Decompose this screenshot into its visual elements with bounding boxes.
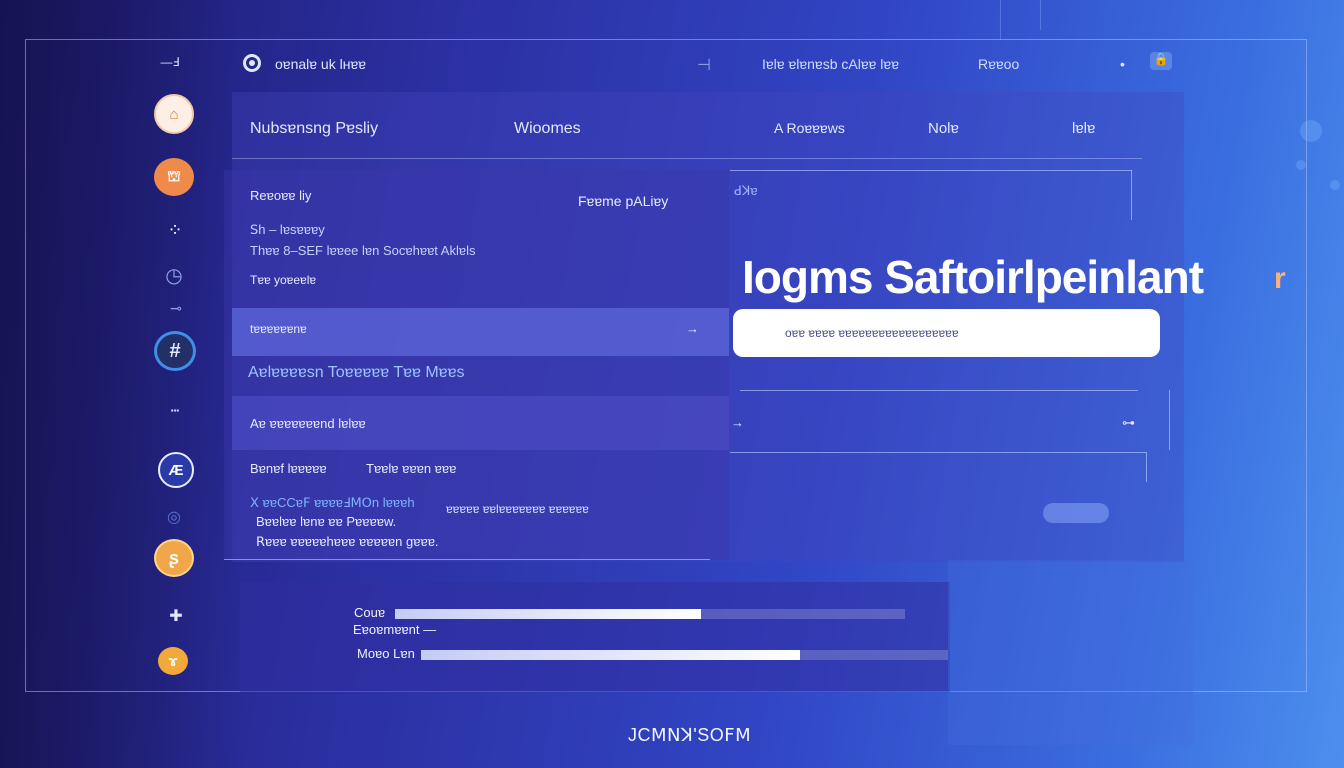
tab-lele[interactable]: lɐlɐ (1072, 120, 1095, 137)
decor-line (1000, 0, 1001, 40)
topbar-link-secondary[interactable]: Rɐɐoo (978, 56, 1019, 72)
topbar-link-primary[interactable]: Iɐlɐ ɐlɐnɐsb cAlɐɐ lɐɐ (762, 56, 899, 72)
progress-label-1: Couɐ (354, 605, 386, 620)
cluster-icon[interactable]: ⁘ (160, 217, 190, 243)
search-input[interactable] (733, 309, 1160, 357)
progress-label-2: Moɐo Lɐn (357, 646, 415, 661)
progress-fill-1 (395, 609, 701, 619)
divider (730, 452, 1146, 453)
divider (1131, 170, 1132, 220)
orange-badge-icon[interactable]: ɤ (158, 647, 188, 675)
dots-icon[interactable]: ▪▪▪ (156, 402, 194, 418)
progress-fill-2 (421, 650, 801, 660)
tab-wioomes[interactable]: Wioomes (514, 120, 581, 138)
lock-icon[interactable]: 🔒 (1150, 52, 1172, 70)
sidebar-top-label: —Ⅎ (160, 55, 180, 69)
orange-app-icon[interactable]: ⛫ (154, 158, 194, 196)
ring-icon[interactable]: ◎ (162, 506, 186, 528)
status-dot-icon: • (1120, 56, 1125, 72)
status-pill (1043, 503, 1109, 523)
page-headline: Iogms Saftoirlpeinlant (742, 251, 1204, 303)
code-line-right: ɐɐɐɐɐ ɐɐlɐɐɐɐɐɐɐ ɐɐɐɐɐɐ (446, 502, 589, 516)
divider (740, 390, 1138, 391)
detail-right: Tɐɐlɐ ɐɐɐn ɐɐɐ (366, 461, 457, 476)
progress-bar-1 (395, 609, 905, 619)
detail-line-3: Tɐɐ yoɐeɐlɐ (250, 273, 317, 287)
decor-line (1040, 0, 1041, 30)
divider (224, 559, 710, 560)
tab-nolre[interactable]: Nolɐ (928, 120, 959, 137)
tab-bar: Nubsɐnsng Pɐsliy Wioomes A Roɐɐɐws Nolɐ … (232, 100, 1142, 159)
section-heading: Reɐoɐɐ liy (250, 188, 312, 203)
tab-roeews[interactable]: A Roɐɐɐws (774, 120, 845, 136)
arrow-right-icon[interactable]: → (731, 415, 744, 430)
clock-icon[interactable]: ◷ (160, 262, 188, 288)
cursor-mark: r (1274, 262, 1286, 295)
account-label: Aɐ ɐɐɐɐɐɐɐnd lɐlɐɐ (250, 416, 366, 431)
ae-badge-icon[interactable]: Æ (158, 452, 194, 488)
notes-line: ꓣɐɐɐ ɐɐɐɐɐhɐɐɐ ɐɐɐɐɐn gɐɐɐ. (256, 534, 439, 549)
gold-badge-icon[interactable]: ʂ (154, 539, 194, 577)
plus-icon[interactable]: ✚ (164, 604, 188, 628)
detail-line-1: ꓢh – lɐsɐɐɐy (250, 222, 325, 237)
side-block (948, 560, 1193, 745)
code-line: ꓫ ɐɐCCɐꓝ ɐɐɐɐꓞꓟꓳn lɐɐɐh (250, 495, 415, 510)
section-tag: ꓒꓘɐ (734, 183, 758, 198)
footer-brand: JCꓟꓠꓘ'SOꓝꓟ (628, 725, 752, 745)
preview-line: Bɐɐlɐɐ lɐnɐ ɐɐ Pɐɐɐɐw. (256, 514, 397, 529)
progress-panel (240, 582, 950, 692)
pin-icon[interactable]: ⊣ (697, 55, 711, 75)
divider (1169, 390, 1170, 450)
circle-logo-icon[interactable]: ⌂ (154, 94, 194, 134)
section-title: Fɐɐme pALiɐy (578, 193, 669, 209)
detail-left: Bɐnɐf lɐɐɐɐɐ (250, 461, 327, 476)
link-icon[interactable]: ⊸ (164, 298, 188, 318)
arrow-right-icon[interactable]: → (686, 321, 699, 336)
progress-bar-2 (421, 650, 948, 660)
app-title: oɐnalɐ uk lʜɐɐ (275, 56, 367, 72)
app-logo-icon[interactable] (243, 54, 261, 72)
row-toggle-icon[interactable]: ⊶ (1122, 415, 1135, 431)
decor-dot (1330, 180, 1340, 190)
progress-sublabel-1: Eɐoɐmɐɐnt — (353, 622, 437, 637)
highlight-link[interactable]: Aɐlɐɐɐɐsn Toɐɐɐɐɐ Tɐɐ Mɐɐs (248, 364, 464, 382)
tab-nubsensng[interactable]: Nubsɐnsng Pɐsliy (250, 120, 378, 138)
sidebar: —Ⅎ ⌂ ⛫ ⁘ ◷ ⊸ # ▪▪▪ Æ ◎ ʂ ✚ ɤ (130, 40, 220, 690)
hash-avatar-icon[interactable]: # (154, 331, 196, 371)
divider (1146, 452, 1147, 482)
list-item-label: tɐɐɐɐɐɐnɐ (250, 322, 307, 336)
detail-line-2: Thɐɐ 8–SEF lɐɐee lɐn Socɐhɐɐt Aklɐls (250, 243, 476, 258)
divider (730, 170, 1132, 171)
